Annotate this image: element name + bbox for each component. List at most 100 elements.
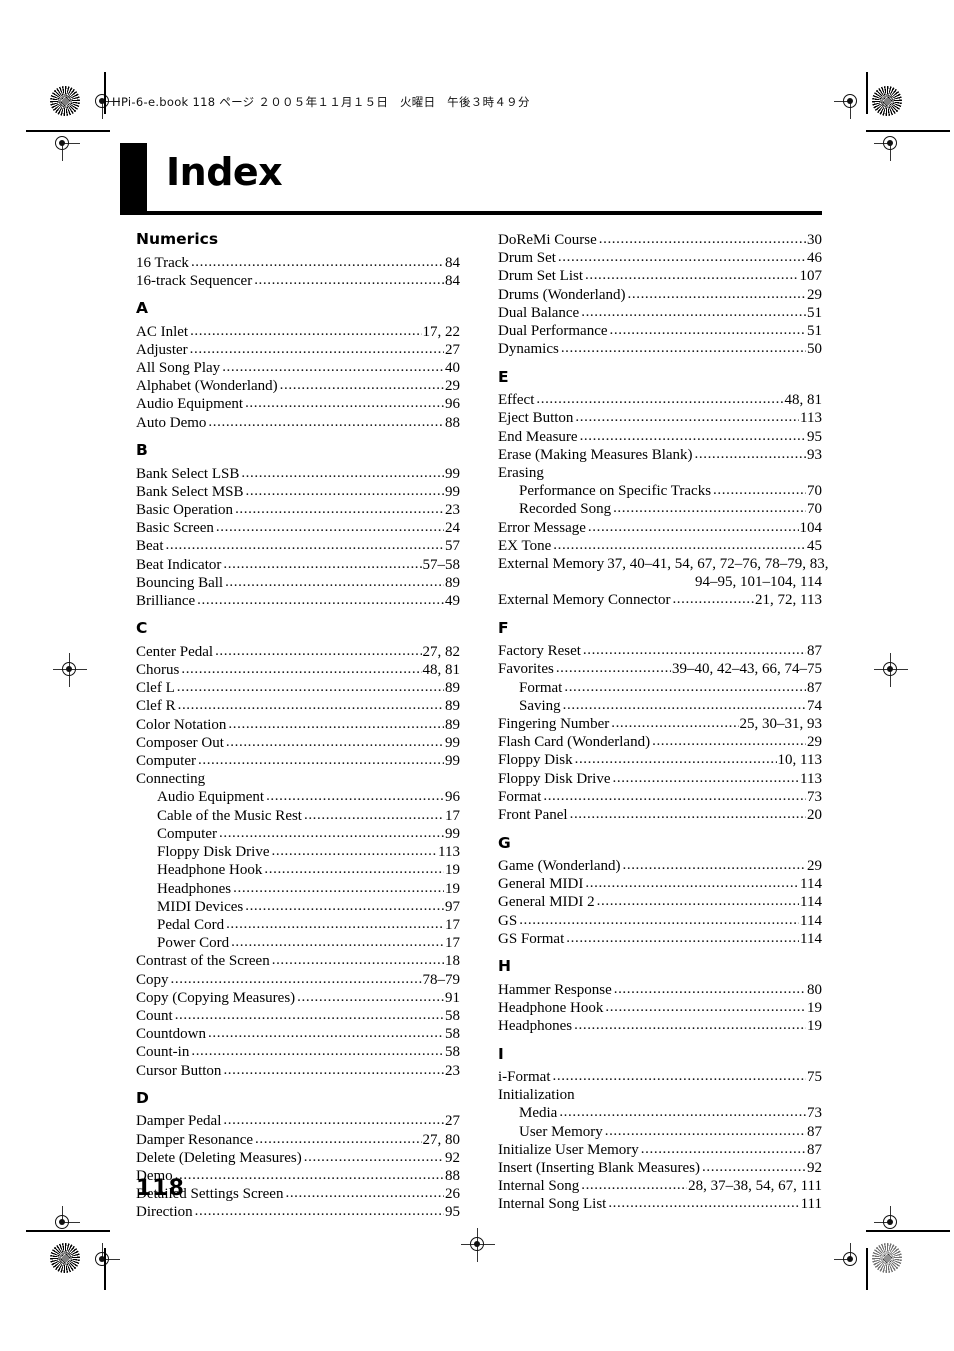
- index-entry[interactable]: Format..................................…: [498, 679, 822, 697]
- index-entry[interactable]: External Memory Connector...............…: [498, 591, 822, 609]
- index-entry[interactable]: i-Format................................…: [498, 1068, 822, 1086]
- index-entry[interactable]: Audio Equipment.........................…: [136, 788, 460, 806]
- index-entry-term: General MIDI: [498, 876, 584, 893]
- index-entry[interactable]: Computer................................…: [136, 825, 460, 843]
- index-entry[interactable]: Erasing: [498, 465, 822, 482]
- index-entry[interactable]: Headphones..............................…: [136, 879, 460, 898]
- index-entry[interactable]: Direction...............................…: [136, 1203, 460, 1221]
- index-entry[interactable]: Delete (Deleting Measures)..............…: [136, 1149, 460, 1167]
- index-entry[interactable]: External Memory.........................…: [498, 556, 828, 573]
- index-entry[interactable]: DoReMi Course...........................…: [498, 231, 822, 249]
- index-entry[interactable]: Composer Out............................…: [136, 734, 460, 752]
- index-entry[interactable]: Internal Song List......................…: [498, 1195, 822, 1213]
- index-entry[interactable]: Audio Equipment.........................…: [136, 395, 460, 413]
- index-entry[interactable]: GS......................................…: [498, 912, 822, 930]
- index-entry[interactable]: Brilliance..............................…: [136, 592, 460, 610]
- index-entry[interactable]: Dual Balance............................…: [498, 304, 822, 322]
- index-entry[interactable]: Clef R..................................…: [136, 697, 460, 715]
- dot-leader: ........................................…: [271, 952, 444, 969]
- index-entry[interactable]: Computer................................…: [136, 752, 460, 770]
- index-entry[interactable]: Cursor Button...........................…: [136, 1062, 460, 1080]
- index-entry[interactable]: Count...................................…: [136, 1007, 460, 1025]
- index-entry[interactable]: Front Panel.............................…: [498, 806, 822, 824]
- index-entry[interactable]: Drum Set List...........................…: [498, 267, 822, 285]
- index-entry[interactable]: Power Cord..............................…: [136, 934, 460, 952]
- index-entry[interactable]: Error Message...........................…: [498, 519, 822, 537]
- index-entry[interactable]: Effect..................................…: [498, 391, 822, 409]
- index-entry[interactable]: Initialization: [498, 1087, 822, 1104]
- index-entry[interactable]: Format..................................…: [498, 788, 822, 806]
- index-entry[interactable]: Alphabet (Wonderland)...................…: [136, 377, 460, 395]
- index-entry[interactable]: EX Tone.................................…: [498, 536, 822, 555]
- index-entry[interactable]: Headphone Hook..........................…: [498, 999, 822, 1017]
- index-entry[interactable]: Recorded Song...........................…: [498, 500, 822, 518]
- index-entry[interactable]: Adjuster................................…: [136, 341, 460, 359]
- index-entry[interactable]: Bank Select MSB.........................…: [136, 483, 460, 501]
- index-entry[interactable]: Bank Select LSB.........................…: [136, 465, 460, 483]
- index-entry[interactable]: Initialize User Memory..................…: [498, 1141, 822, 1159]
- index-entry[interactable]: Center Pedal............................…: [136, 643, 460, 661]
- dot-leader: ........................................…: [198, 752, 444, 769]
- index-entry[interactable]: All Song Play...........................…: [136, 359, 460, 377]
- index-entry[interactable]: Drums (Wonderland)......................…: [498, 286, 822, 304]
- index-entry[interactable]: Basic Operation.........................…: [136, 501, 460, 519]
- index-entry[interactable]: Floppy Disk Drive.......................…: [498, 770, 822, 788]
- index-entry-pages: 113: [800, 770, 822, 787]
- index-entry[interactable]: Pedal Cord..............................…: [136, 916, 460, 934]
- index-entry-pages: 95: [807, 428, 822, 445]
- dot-leader: ........................................…: [233, 879, 444, 896]
- index-entry[interactable]: Contrast of the Screen..................…: [136, 952, 460, 970]
- index-entry[interactable]: Cable of the Music Rest.................…: [136, 807, 460, 825]
- index-entry[interactable]: Saving..................................…: [498, 697, 822, 715]
- index-entry[interactable]: General MIDI............................…: [498, 875, 822, 893]
- index-entry[interactable]: Erase (Making Measures Blank)...........…: [498, 446, 822, 464]
- index-entry[interactable]: Beat Indicator..........................…: [136, 556, 460, 574]
- index-entry[interactable]: 16 Track................................…: [136, 254, 460, 272]
- index-entry[interactable]: Headphones..............................…: [498, 1017, 822, 1035]
- index-entry[interactable]: Clef L..................................…: [136, 679, 460, 697]
- index-entry[interactable]: Game (Wonderland).......................…: [498, 857, 822, 875]
- index-entry[interactable]: Eject Button............................…: [498, 409, 822, 427]
- index-entry[interactable]: Auto Demo...............................…: [136, 414, 460, 432]
- index-entry[interactable]: AC Inlet................................…: [136, 323, 460, 341]
- registration-mark-inner-bottom-right: [874, 1206, 908, 1240]
- index-entry[interactable]: Copy....................................…: [136, 971, 460, 989]
- index-entry[interactable]: User Memory.............................…: [498, 1123, 822, 1141]
- index-entry[interactable]: Dual Performance........................…: [498, 322, 822, 340]
- index-entry[interactable]: Insert (Inserting Blank Measures).......…: [498, 1159, 822, 1177]
- index-entry[interactable]: Hammer Response.........................…: [498, 981, 822, 999]
- index-entry[interactable]: Connecting: [136, 771, 460, 788]
- index-entry[interactable]: MIDI Devices............................…: [136, 898, 460, 916]
- index-entry[interactable]: End Measure.............................…: [498, 428, 822, 446]
- dot-leader: ........................................…: [553, 536, 806, 553]
- index-entry[interactable]: Bouncing Ball...........................…: [136, 574, 460, 592]
- index-entry[interactable]: Chorus..................................…: [136, 661, 460, 679]
- index-entry[interactable]: Dynamics................................…: [498, 340, 822, 358]
- index-entry[interactable]: Floppy Disk.............................…: [498, 751, 822, 769]
- index-entry[interactable]: Performance on Specific Tracks..........…: [498, 482, 822, 500]
- index-entry[interactable]: 16-track Sequencer......................…: [136, 272, 460, 290]
- registration-mark-mid-left: [53, 653, 87, 687]
- index-entry[interactable]: Count-in................................…: [136, 1043, 460, 1061]
- index-entry[interactable]: Damper Pedal............................…: [136, 1112, 460, 1130]
- index-entry[interactable]: Flash Card (Wonderland).................…: [498, 733, 822, 751]
- index-entry[interactable]: Basic Screen............................…: [136, 519, 460, 537]
- index-entry[interactable]: Floppy Disk Drive.......................…: [136, 843, 460, 861]
- index-entry[interactable]: Media...................................…: [498, 1104, 822, 1122]
- index-entry[interactable]: Headphone Hook..........................…: [136, 861, 460, 879]
- index-entry[interactable]: Drum Set................................…: [498, 249, 822, 267]
- dot-leader: ........................................…: [557, 249, 806, 266]
- index-entry[interactable]: Favorites...............................…: [498, 660, 822, 678]
- index-entry[interactable]: Fingering Number........................…: [498, 715, 822, 733]
- index-entry[interactable]: Damper Resonance........................…: [136, 1131, 460, 1149]
- index-entry[interactable]: Countdown...............................…: [136, 1025, 460, 1043]
- index-entry[interactable]: Color Notation..........................…: [136, 716, 460, 734]
- index-entry[interactable]: GS Format...............................…: [498, 930, 822, 948]
- index-entry[interactable]: Internal Song...........................…: [498, 1177, 822, 1195]
- index-entry[interactable]: Copy (Copying Measures).................…: [136, 989, 460, 1007]
- index-entry[interactable]: General MIDI 2..........................…: [498, 893, 822, 911]
- index-entry-term: Drum Set List: [498, 268, 583, 285]
- index-entry-pages: 114: [800, 930, 822, 947]
- index-entry[interactable]: Factory Reset...........................…: [498, 642, 822, 660]
- index-entry[interactable]: Beat....................................…: [136, 537, 460, 555]
